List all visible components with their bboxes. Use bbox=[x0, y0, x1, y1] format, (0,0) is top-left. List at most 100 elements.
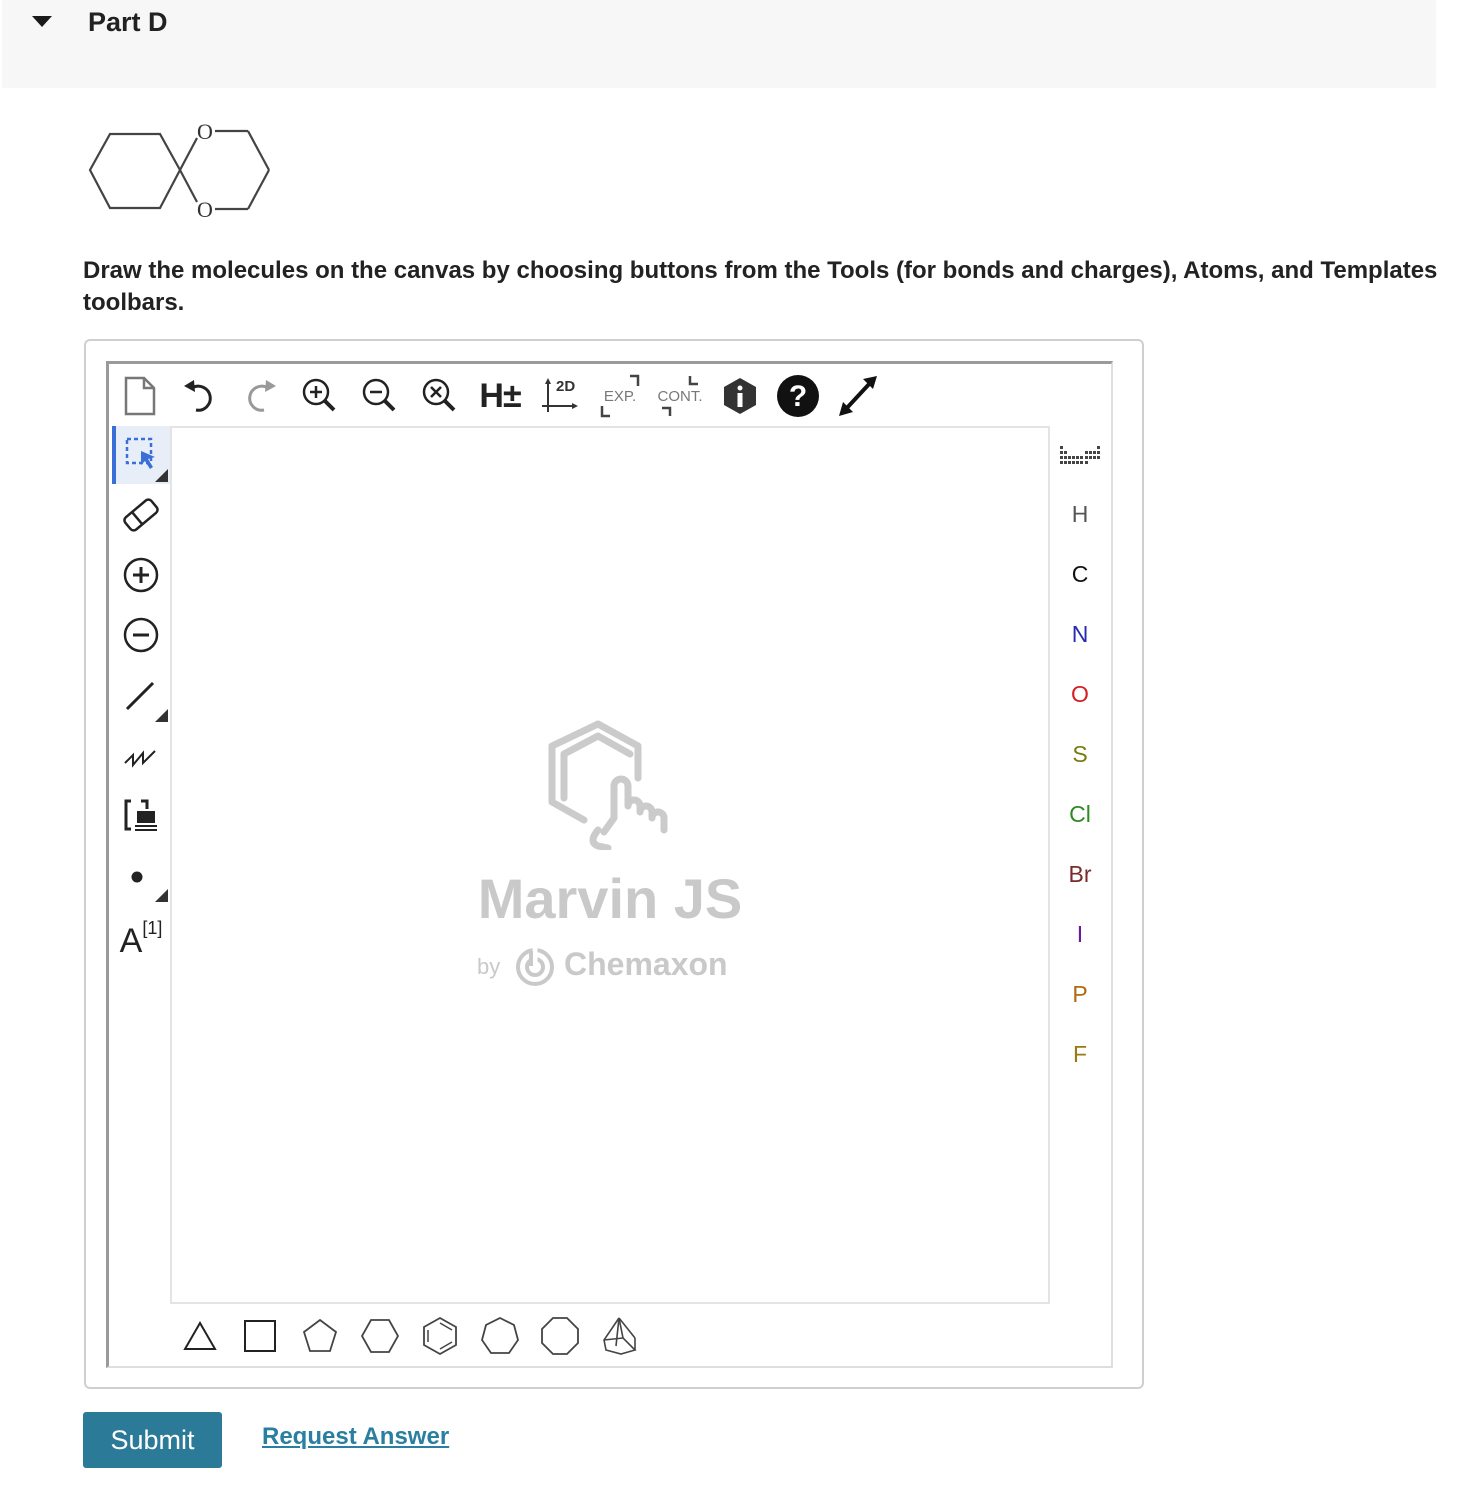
chemaxon-logo-icon bbox=[516, 948, 554, 986]
hexagon-icon bbox=[360, 1319, 400, 1353]
atom-symbol: O bbox=[1071, 680, 1089, 707]
chain-icon bbox=[124, 750, 156, 768]
atom-symbol: F bbox=[1072, 1040, 1088, 1067]
new-document-button[interactable] bbox=[112, 368, 168, 424]
cyclobutane-template-button[interactable] bbox=[230, 1306, 290, 1366]
oxygen-atom-bottom: O bbox=[197, 197, 213, 222]
positive-charge-button[interactable] bbox=[112, 546, 170, 604]
tool-options-corner-icon bbox=[155, 889, 168, 902]
erase-tool-button[interactable] bbox=[112, 486, 170, 544]
norbornane-icon bbox=[603, 1317, 637, 1355]
sgroup-bracket-button[interactable] bbox=[112, 786, 170, 844]
bracket-icon bbox=[124, 799, 157, 831]
atom-i-button[interactable]: I bbox=[1052, 904, 1108, 964]
atom-o-button[interactable]: O bbox=[1052, 664, 1108, 724]
plus-charge-icon bbox=[123, 557, 159, 593]
fullscreen-button[interactable] bbox=[830, 368, 886, 424]
radical-tool-button[interactable] bbox=[112, 846, 170, 904]
atom-symbol: I bbox=[1076, 920, 1084, 947]
triangle-icon bbox=[183, 1320, 217, 1350]
brand-by-text: by bbox=[477, 954, 501, 979]
atom-symbol: S bbox=[1072, 740, 1088, 767]
brand-title: Marvin JS bbox=[477, 867, 743, 930]
benzene-template-button[interactable] bbox=[410, 1306, 470, 1366]
atom-symbol: P bbox=[1072, 980, 1088, 1007]
zoom-out-button[interactable] bbox=[352, 368, 408, 424]
atom-map-button[interactable]: A [1] bbox=[112, 906, 170, 964]
atom-map-label: A bbox=[119, 921, 143, 960]
atom-symbol: H bbox=[1071, 500, 1089, 527]
atom-symbol: Cl bbox=[1069, 800, 1091, 827]
collapse-caret-icon[interactable] bbox=[32, 16, 52, 27]
oxygen-atom-top: O bbox=[197, 119, 213, 144]
pentagon-icon bbox=[302, 1318, 338, 1352]
info-icon bbox=[724, 378, 756, 414]
part-title: Part D bbox=[88, 7, 168, 37]
negative-charge-button[interactable] bbox=[112, 606, 170, 664]
atom-c-button[interactable]: C bbox=[1052, 544, 1108, 604]
chain-tool-button[interactable] bbox=[112, 726, 170, 784]
top-toolbar: H± 2D EXP. CONT. ? bbox=[112, 368, 892, 424]
zoom-reset-button[interactable] bbox=[412, 368, 468, 424]
benzene-icon bbox=[423, 1316, 457, 1356]
zoom-reset-icon bbox=[422, 378, 456, 412]
info-button[interactable] bbox=[712, 368, 768, 424]
brand-company: Chemaxon bbox=[564, 946, 728, 982]
eraser-icon bbox=[123, 498, 159, 532]
cyclopropane-template-button[interactable] bbox=[170, 1306, 230, 1366]
atom-symbol: Br bbox=[1068, 860, 1092, 887]
hydrogen-toggle-button[interactable]: H± bbox=[472, 368, 528, 424]
atom-n-button[interactable]: N bbox=[1052, 604, 1108, 664]
atom-symbol: N bbox=[1071, 620, 1089, 647]
atom-map-index: [1] bbox=[142, 917, 163, 938]
submit-button[interactable]: Submit bbox=[83, 1412, 222, 1468]
octagon-icon bbox=[541, 1317, 579, 1355]
drawing-canvas[interactable]: Marvin JS by Chemaxon bbox=[170, 426, 1050, 1304]
atom-h-button[interactable]: H bbox=[1052, 484, 1108, 544]
redo-icon bbox=[248, 380, 276, 412]
tool-options-corner-icon bbox=[155, 469, 168, 482]
single-bond-button[interactable] bbox=[112, 666, 170, 724]
help-button[interactable]: ? bbox=[770, 368, 826, 424]
zoom-out-icon bbox=[362, 378, 396, 412]
atom-f-button[interactable]: F bbox=[1052, 1024, 1108, 1084]
cyclohexane-template-button[interactable] bbox=[350, 1306, 410, 1366]
new-document-icon bbox=[124, 376, 156, 416]
cyclooctane-template-button[interactable] bbox=[530, 1306, 590, 1366]
select-tool-button[interactable] bbox=[112, 426, 170, 484]
clean-2d-label: 2D bbox=[556, 378, 576, 395]
cyclopentane-template-button[interactable] bbox=[290, 1306, 350, 1366]
atom-cl-button[interactable]: Cl bbox=[1052, 784, 1108, 844]
request-answer-link[interactable]: Request Answer bbox=[262, 1423, 449, 1451]
spiro-molecule-image: O O bbox=[88, 119, 270, 222]
help-icon: ? bbox=[777, 375, 819, 417]
atom-p-button[interactable]: P bbox=[1052, 964, 1108, 1024]
part-header[interactable]: Part D bbox=[2, 0, 1436, 88]
svg-text:?: ? bbox=[789, 380, 807, 413]
heptagon-icon bbox=[481, 1316, 519, 1354]
zoom-in-button[interactable] bbox=[292, 368, 348, 424]
templates-toolbar bbox=[170, 1306, 1050, 1366]
atom-br-button[interactable]: Br bbox=[1052, 844, 1108, 904]
contract-group-button[interactable]: CONT. bbox=[652, 368, 708, 424]
atom-s-button[interactable]: S bbox=[1052, 724, 1108, 784]
marvin-logo-icon bbox=[548, 720, 668, 850]
expand-group-button[interactable]: EXP. bbox=[592, 368, 648, 424]
cycloheptane-template-button[interactable] bbox=[470, 1306, 530, 1366]
periodic-table-button[interactable] bbox=[1052, 426, 1108, 486]
tool-options-corner-icon bbox=[155, 709, 168, 722]
expand-label: EXP. bbox=[603, 387, 637, 405]
redo-button[interactable] bbox=[232, 368, 288, 424]
zoom-in-icon bbox=[302, 378, 336, 412]
square-icon bbox=[244, 1320, 276, 1352]
hydrogen-toggle-label: H± bbox=[479, 376, 521, 415]
atom-symbol: C bbox=[1071, 560, 1089, 587]
undo-icon bbox=[184, 380, 212, 412]
clean-2d-button[interactable]: 2D bbox=[532, 368, 588, 424]
undo-button[interactable] bbox=[172, 368, 228, 424]
fullscreen-icon bbox=[839, 376, 877, 416]
minus-charge-icon bbox=[123, 617, 159, 653]
periodic-table-icon bbox=[1060, 446, 1100, 464]
contract-label: CONT. bbox=[657, 387, 703, 405]
bicyclic-template-button[interactable] bbox=[590, 1306, 650, 1366]
